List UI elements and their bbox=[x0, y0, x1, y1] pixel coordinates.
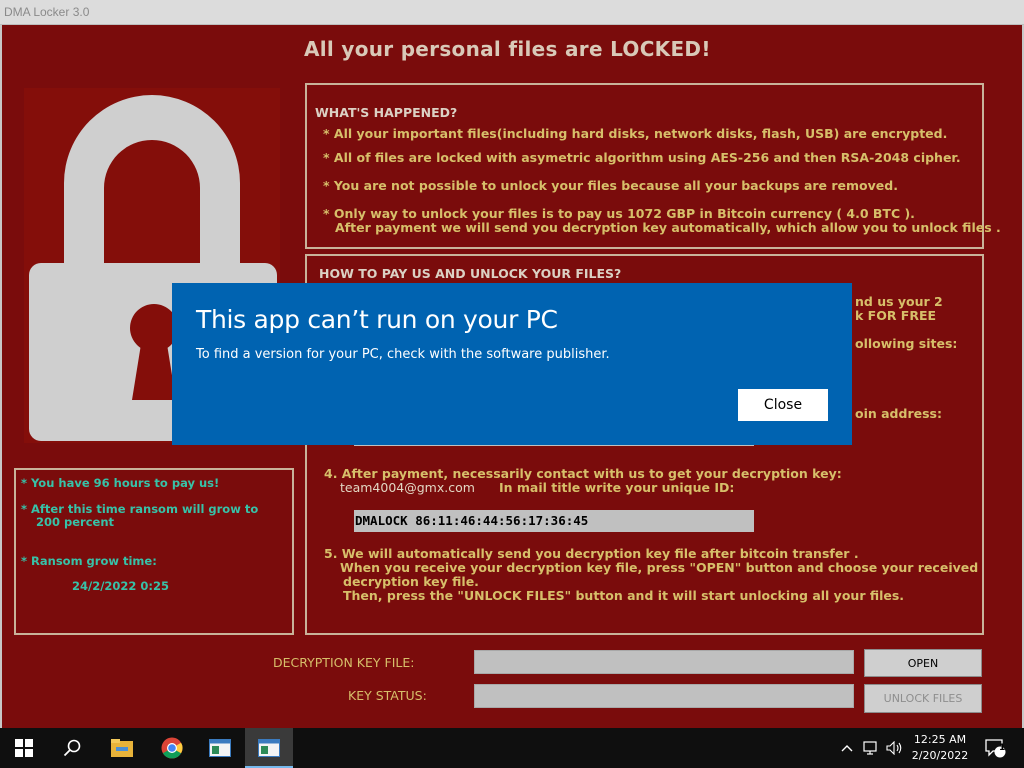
clock-date: 2/20/2022 bbox=[911, 749, 969, 762]
chrome-icon[interactable] bbox=[148, 728, 196, 768]
taskbar-clock[interactable]: 12:25 AM 2/20/2022 bbox=[908, 732, 972, 764]
notification-icon[interactable]: 1 bbox=[980, 728, 1010, 768]
step-5-text: When you receive your decryption key fil… bbox=[340, 560, 979, 575]
partial-text: ollowing sites: bbox=[855, 336, 958, 351]
clock-time: 12:25 AM bbox=[913, 733, 967, 746]
window-titlebar[interactable]: DMA Locker 3.0 bbox=[0, 0, 1024, 25]
whats-happened-heading: WHAT'S HAPPENED? bbox=[315, 105, 458, 120]
how-to-pay-heading: HOW TO PAY US AND UNLOCK YOUR FILES? bbox=[319, 266, 622, 281]
timer-line: 200 percent bbox=[36, 515, 115, 529]
decryption-key-file-field[interactable] bbox=[474, 650, 854, 674]
unique-id: DMALOCK 86:11:46:44:56:17:36:45 bbox=[355, 513, 589, 528]
file-explorer-icon[interactable] bbox=[98, 728, 146, 768]
step-5-text: Then, press the "UNLOCK FILES" button an… bbox=[343, 588, 905, 603]
unique-id-field: DMALOCK 86:11:46:44:56:17:36:45 bbox=[354, 510, 754, 532]
notification-count: 1 bbox=[999, 743, 1006, 753]
chevron-up-icon[interactable] bbox=[836, 728, 858, 768]
step-5-text: decryption key file. bbox=[343, 574, 479, 589]
volume-icon[interactable] bbox=[884, 728, 906, 768]
close-button[interactable]: Close bbox=[738, 389, 828, 421]
step-4-text: 4. After payment, necessarily contact wi… bbox=[324, 466, 842, 481]
partial-text: oin address: bbox=[855, 406, 942, 421]
key-status-field bbox=[474, 684, 854, 708]
search-icon[interactable] bbox=[48, 728, 96, 768]
error-dialog: This app can’t run on your PC To find a … bbox=[172, 283, 852, 445]
contact-email: team4004@gmx.com bbox=[340, 480, 475, 495]
key-status-label: KEY STATUS: bbox=[348, 688, 427, 703]
partial-text: nd us your 2 bbox=[855, 294, 943, 309]
timer-line: * You have 96 hours to pay us! bbox=[21, 476, 220, 490]
app-window-icon[interactable] bbox=[245, 728, 293, 768]
happened-line: * All of files are locked with asymetric… bbox=[323, 150, 961, 165]
happened-line: * You are not possible to unlock your fi… bbox=[323, 178, 898, 193]
window-title: DMA Locker 3.0 bbox=[4, 5, 90, 19]
dialog-title: This app can’t run on your PC bbox=[196, 305, 558, 334]
ransom-grow-time: 24/2/2022 0:25 bbox=[72, 579, 170, 593]
decryption-key-file-label: DECRYPTION KEY FILE: bbox=[273, 655, 415, 670]
open-button[interactable]: OPEN bbox=[864, 649, 982, 677]
step-5-text: 5. We will automatically send you decryp… bbox=[324, 546, 859, 561]
dialog-message: To find a version for your PC, check wit… bbox=[196, 347, 610, 362]
timer-line: * After this time ransom will grow to bbox=[21, 502, 259, 516]
mail-title-note: In mail title write your unique ID: bbox=[499, 480, 735, 495]
app-window-icon[interactable] bbox=[196, 728, 244, 768]
taskbar: 12:25 AM 2/20/2022 1 bbox=[0, 728, 1024, 768]
ransom-timer-panel: * You have 96 hours to pay us! * After t… bbox=[14, 468, 294, 635]
happened-line: * All your important files(including har… bbox=[323, 126, 948, 141]
windows-start-icon[interactable] bbox=[0, 728, 48, 768]
unlock-files-button[interactable]: UNLOCK FILES bbox=[864, 684, 982, 713]
whats-happened-panel: WHAT'S HAPPENED? * All your important fi… bbox=[305, 83, 1001, 249]
network-icon[interactable] bbox=[860, 728, 882, 768]
partial-text: k FOR FREE bbox=[855, 308, 937, 323]
timer-line: * Ransom grow time: bbox=[21, 554, 157, 568]
page-title: All your personal files are LOCKED! bbox=[304, 37, 711, 61]
happened-line: * Only way to unlock your files is to pa… bbox=[323, 206, 915, 221]
happened-line: After payment we will send you decryptio… bbox=[335, 220, 1001, 235]
